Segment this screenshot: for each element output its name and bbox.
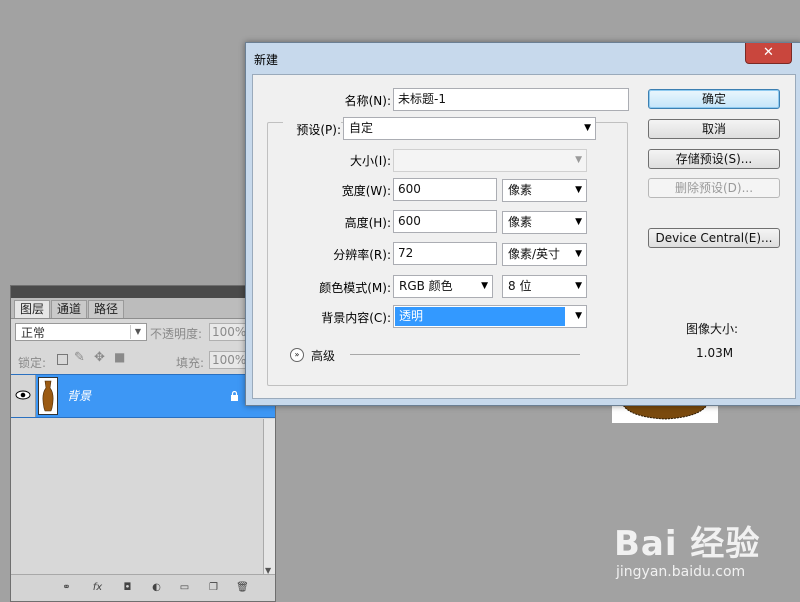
tab-layers[interactable]: 图层: [14, 300, 51, 318]
height-unit-select[interactable]: 像素 ▼: [502, 211, 587, 234]
chevron-down-icon: ▼: [575, 185, 582, 195]
document-canvas: [612, 402, 718, 423]
dialog-body: 名称(N): 未标题-1 预设(P): 自定 ▼ 大小(I): ▼ 宽度(W):…: [252, 74, 796, 399]
ok-button[interactable]: 确定: [648, 89, 780, 109]
height-field[interactable]: 600: [393, 210, 497, 233]
blend-mode-select[interactable]: 正常 ▼: [15, 323, 147, 341]
preset-label: 预设(P):: [283, 121, 341, 138]
dialog-title: 新建: [254, 53, 279, 67]
eye-icon: [15, 390, 31, 400]
chevron-down-icon: ▼: [584, 123, 591, 133]
height-label: 高度(H):: [344, 216, 391, 230]
chevron-down-icon: ▼: [575, 311, 582, 321]
lock-label: 锁定:: [18, 356, 47, 370]
chevron-down-icon: ▼: [575, 155, 582, 165]
width-label: 宽度(W):: [341, 184, 391, 198]
fx-icon[interactable]: fx: [91, 582, 104, 594]
image-size-value: 1.03M: [696, 346, 734, 360]
expand-advanced-icon[interactable]: »: [290, 348, 304, 362]
baidu-watermark-url: jingyan.baidu.com: [616, 564, 746, 580]
visibility-toggle[interactable]: [11, 375, 36, 417]
save-preset-button[interactable]: 存储预设(S)...: [648, 149, 780, 169]
size-select: ▼: [393, 149, 587, 172]
image-size-label: 图像大小:: [686, 322, 739, 336]
chevron-down-icon: ▼: [575, 281, 582, 291]
layer-thumbnail: [38, 377, 58, 415]
layer-row[interactable]: 背景: [11, 374, 275, 418]
mask-icon[interactable]: ◘: [121, 582, 134, 594]
color-mode-value: RGB 颜色: [399, 279, 453, 293]
move-icon[interactable]: ✥: [94, 350, 105, 365]
name-field[interactable]: 未标题-1: [393, 88, 629, 111]
brush-icon[interactable]: ✎: [74, 350, 85, 365]
color-mode-select[interactable]: RGB 颜色 ▼: [393, 275, 493, 298]
fill-field[interactable]: 100%: [209, 351, 249, 369]
new-document-dialog: 新建 ✕ 名称(N): 未标题-1 预设(P): 自定 ▼ 大小(I): ▼ 宽…: [245, 42, 800, 406]
tab-channels[interactable]: 通道: [51, 300, 88, 318]
resolution-unit-select[interactable]: 像素/英寸 ▼: [502, 243, 587, 266]
bit-depth-select[interactable]: 8 位 ▼: [502, 275, 587, 298]
close-button[interactable]: ✕: [745, 43, 792, 64]
layer-name: 背景: [67, 389, 92, 403]
background-label: 背景内容(C):: [321, 311, 391, 325]
background-select[interactable]: 透明 ▼: [393, 305, 587, 328]
advanced-label[interactable]: 高级: [311, 347, 335, 364]
lock-transparency-icon[interactable]: [57, 354, 68, 365]
width-unit-value: 像素: [508, 183, 533, 197]
adjustment-icon[interactable]: ◐: [150, 582, 163, 594]
dialog-titlebar[interactable]: 新建 ✕: [246, 43, 800, 73]
link-icon[interactable]: ⚭: [60, 582, 73, 594]
new-layer-icon[interactable]: ❐: [207, 582, 220, 594]
chevron-down-icon: ▼: [130, 325, 145, 339]
panel-tabbar: 图层 通道 路径: [11, 298, 275, 319]
layers-panel: 图层 通道 路径 正常 ▼ 不透明度: 100% 锁定: ✎ ✥ ■ 填充: 1…: [10, 285, 276, 602]
lock-all-icon[interactable]: ■: [114, 350, 125, 364]
panel-titlebar[interactable]: [11, 286, 275, 298]
chevron-down-icon: ▼: [481, 281, 488, 291]
chevron-down-icon: ▼: [575, 217, 582, 227]
lock-icon: [231, 391, 238, 401]
height-unit-value: 像素: [508, 215, 533, 229]
baidu-watermark-logo: Bai 经验: [614, 524, 761, 564]
resolution-unit-value: 像素/英寸: [508, 247, 561, 261]
advanced-divider: [350, 354, 580, 355]
resolution-label: 分辨率(R):: [333, 248, 391, 262]
opacity-field[interactable]: 100%: [209, 323, 249, 341]
chevron-down-icon: ▼: [575, 249, 582, 259]
delete-preset-button: 删除预设(D)...: [648, 178, 780, 198]
background-value: 透明: [395, 307, 565, 326]
folder-icon[interactable]: ▭: [178, 582, 191, 594]
size-label: 大小(I):: [350, 154, 391, 168]
resolution-field[interactable]: 72: [393, 242, 497, 265]
name-label: 名称(N):: [344, 94, 391, 108]
trash-icon[interactable]: 🗑: [236, 582, 249, 594]
cancel-button[interactable]: 取消: [648, 119, 780, 139]
preset-select[interactable]: 自定 ▼: [343, 117, 596, 140]
width-unit-select[interactable]: 像素 ▼: [502, 179, 587, 202]
color-mode-label: 颜色模式(M):: [319, 281, 391, 295]
opacity-label: 不透明度:: [150, 327, 203, 341]
device-central-button[interactable]: Device Central(E)...: [648, 228, 780, 248]
blend-mode-value: 正常: [21, 326, 46, 340]
bit-depth-value: 8 位: [508, 279, 532, 293]
preset-value: 自定: [349, 121, 374, 135]
width-field[interactable]: 600: [393, 178, 497, 201]
fill-label: 填充:: [176, 356, 205, 370]
layers-bottom-bar: ⚭ fx ◘ ◐ ▭ ❐ 🗑: [11, 574, 275, 601]
tab-paths[interactable]: 路径: [88, 300, 125, 318]
layers-scrollbar[interactable]: ▼: [263, 419, 275, 579]
